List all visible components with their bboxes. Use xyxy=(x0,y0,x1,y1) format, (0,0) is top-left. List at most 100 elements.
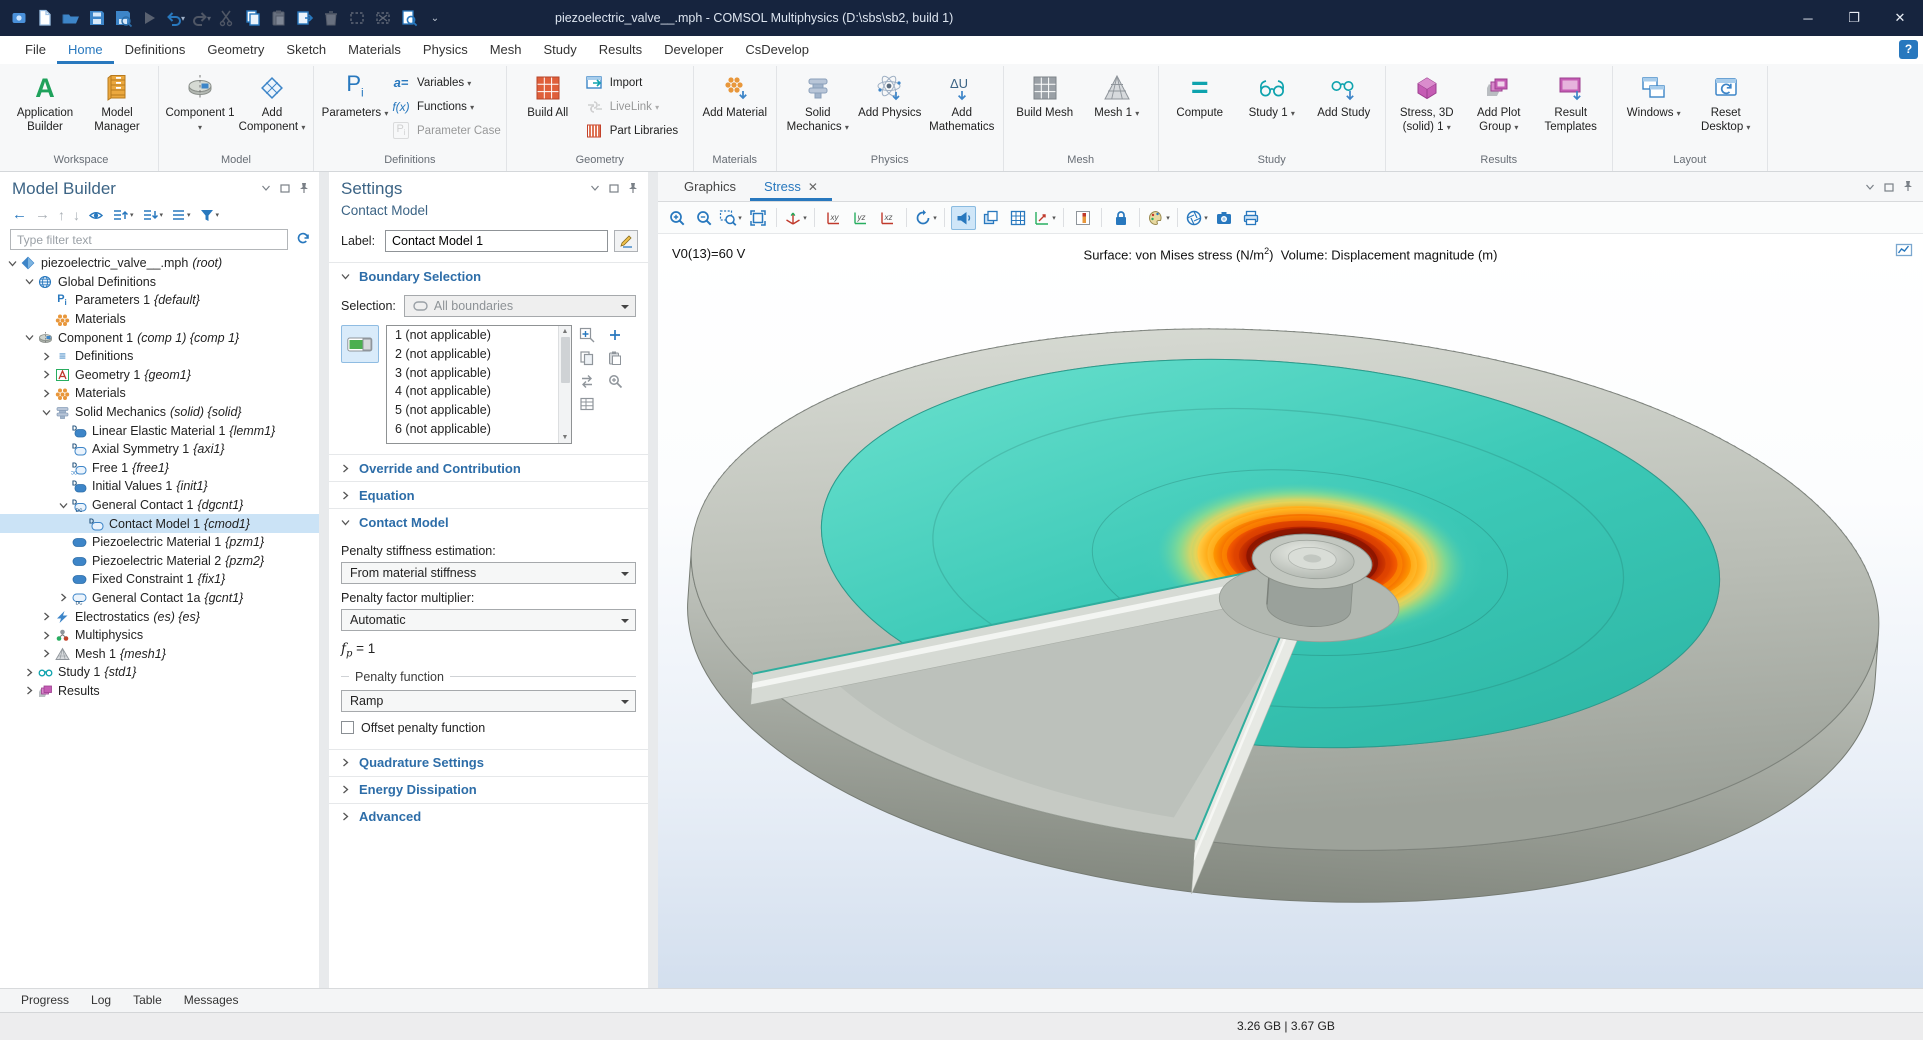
section-boundary-selection[interactable]: Boundary Selection xyxy=(329,262,648,289)
menu-csdevelop[interactable]: CsDevelop xyxy=(734,36,820,64)
panel-pin-icon[interactable] xyxy=(628,182,638,197)
result-thumbnail-icon[interactable] xyxy=(1895,242,1913,261)
tree-item-results[interactable]: Results xyxy=(0,682,319,701)
tree-expander-icon[interactable] xyxy=(40,649,53,658)
tree-expander-icon[interactable] xyxy=(6,259,19,268)
boundary-list-item[interactable]: 6 (not applicable) xyxy=(387,420,558,439)
menu-results[interactable]: Results xyxy=(588,36,653,64)
chev-down-icon[interactable]: ⌄ xyxy=(424,6,446,30)
rotate-icon[interactable]: ▾ xyxy=(913,206,938,230)
zoom-extents-icon[interactable] xyxy=(745,206,770,230)
paste-icon[interactable] xyxy=(268,6,290,30)
tree-expander-icon[interactable] xyxy=(23,686,36,695)
penalty-stiffness-combo[interactable]: From material stiffness xyxy=(341,562,636,584)
nav-forward-icon[interactable]: → xyxy=(35,206,50,223)
zoom-out-icon[interactable] xyxy=(691,206,716,230)
menu-mesh[interactable]: Mesh xyxy=(479,36,533,64)
app-logo-icon[interactable] xyxy=(8,6,30,30)
stress-3d-solid-1-button[interactable]: Stress, 3D (solid) 1 ▾ xyxy=(1391,66,1463,150)
environment-icon[interactable] xyxy=(978,206,1003,230)
tree-item-component-1[interactable]: Component 1(comp 1) {comp 1} xyxy=(0,328,319,347)
menu-developer[interactable]: Developer xyxy=(653,36,734,64)
boundary-list-item[interactable]: 3 (not applicable) xyxy=(387,364,558,383)
section-contact-model[interactable]: Contact Model xyxy=(329,508,648,535)
penalty-factor-combo[interactable]: Automatic xyxy=(341,609,636,631)
boundary-list-item[interactable]: 4 (not applicable) xyxy=(387,382,558,401)
tree-expander-icon[interactable] xyxy=(23,333,36,342)
tree-item-geometry-1[interactable]: Geometry 1{geom1} xyxy=(0,366,319,385)
tab-stress[interactable]: Stress✕ xyxy=(750,172,832,201)
tree-expander-icon[interactable] xyxy=(40,408,53,417)
lock-icon[interactable] xyxy=(1108,206,1133,230)
nav-down-icon[interactable]: ↓ xyxy=(73,207,80,223)
panel-pin-icon[interactable] xyxy=(1903,180,1913,195)
bottom-tab-messages[interactable]: Messages xyxy=(173,989,250,1013)
menu-geometry[interactable]: Geometry xyxy=(196,36,275,64)
import-button[interactable]: Import xyxy=(584,74,688,91)
sel-copy-icon[interactable] xyxy=(579,350,597,367)
tree-item-piezoelectric-material-2[interactable]: Piezoelectric Material 2{pzm2} xyxy=(0,552,319,571)
section-advanced[interactable]: Advanced xyxy=(329,803,648,830)
aperture-icon[interactable]: ▾ xyxy=(1184,206,1209,230)
study-1-button[interactable]: Study 1 ▾ xyxy=(1236,66,1308,150)
nav-back-icon[interactable]: ← xyxy=(12,206,27,223)
tree-item-global-definitions[interactable]: Global Definitions xyxy=(0,273,319,292)
section-override[interactable]: Override and Contribution xyxy=(329,454,648,481)
bottom-tab-log[interactable]: Log xyxy=(80,989,122,1013)
sel-swap-icon[interactable] xyxy=(579,373,597,390)
menu-definitions[interactable]: Definitions xyxy=(114,36,197,64)
menu-physics[interactable]: Physics xyxy=(412,36,479,64)
tree-item-general-contact-1[interactable]: Dᴅᴄ General Contact 1{dgcnt1} xyxy=(0,496,319,515)
menu-file[interactable]: File xyxy=(14,36,57,64)
label-input[interactable] xyxy=(385,230,608,252)
duplicate-icon[interactable] xyxy=(294,6,316,30)
tree-item-definitions[interactable]: ≡ Definitions xyxy=(0,347,319,366)
panel-menu-icon[interactable] xyxy=(261,182,271,196)
tree-filter-input[interactable] xyxy=(10,229,288,250)
add-material-button[interactable]: Add Material xyxy=(699,66,771,150)
color-legend-icon[interactable] xyxy=(1070,206,1095,230)
panel-menu-icon[interactable] xyxy=(1865,181,1875,195)
panel-float-icon[interactable] xyxy=(280,182,290,196)
zoom-box-icon[interactable]: ▾ xyxy=(718,206,743,230)
camera-icon[interactable] xyxy=(1211,206,1236,230)
undo-icon[interactable]: ▾ xyxy=(164,6,186,30)
menu-sketch[interactable]: Sketch xyxy=(275,36,337,64)
mesh-1-button[interactable]: Mesh 1 ▾ xyxy=(1081,66,1153,150)
save-as-icon[interactable] xyxy=(112,6,134,30)
compute-button[interactable]: = Compute xyxy=(1164,66,1236,150)
tree-item-fixed-constraint-1[interactable]: Fixed Constraint 1{fix1} xyxy=(0,570,319,589)
tree-expander-icon[interactable] xyxy=(57,593,70,602)
add-study-button[interactable]: Add Study xyxy=(1308,66,1380,150)
tree-expander-icon[interactable] xyxy=(40,389,53,398)
menu-materials[interactable]: Materials xyxy=(337,36,412,64)
boundary-list[interactable]: 1 (not applicable)2 (not applicable)3 (n… xyxy=(386,325,572,444)
add-physics-button[interactable]: Add Physics xyxy=(854,66,926,150)
windows-button[interactable]: Windows ▾ xyxy=(1618,66,1690,150)
list-down-icon[interactable]: ▾ xyxy=(142,207,164,223)
tree-item-linear-elastic-material-1[interactable]: D Linear Elastic Material 1{lemm1} xyxy=(0,421,319,440)
tree-item-solid-mechanics[interactable]: Solid Mechanics(solid) {solid} xyxy=(0,403,319,422)
rename-button[interactable] xyxy=(614,230,638,252)
panel-pin-icon[interactable] xyxy=(299,182,309,197)
livelink-button[interactable]: LiveLink ▾ xyxy=(584,98,688,115)
tree-item-materials[interactable]: Materials xyxy=(0,310,319,329)
3d-model-view[interactable] xyxy=(658,234,1923,988)
result-templates-button[interactable]: Result Templates xyxy=(1535,66,1607,150)
tree-expander-icon[interactable] xyxy=(23,668,36,677)
tab-graphics[interactable]: Graphics xyxy=(670,172,750,201)
tree-expander-icon[interactable] xyxy=(40,352,53,361)
close-button[interactable]: ✕ xyxy=(1877,0,1923,36)
boundary-list-item[interactable]: 2 (not applicable) xyxy=(387,345,558,364)
graphics-canvas[interactable]: V0(13)=60 V Surface: von Mises stress (N… xyxy=(658,234,1923,988)
cut-icon[interactable] xyxy=(216,6,238,30)
panel-float-icon[interactable] xyxy=(1884,181,1894,195)
tree-expander-icon[interactable] xyxy=(40,612,53,621)
offset-penalty-checkbox[interactable] xyxy=(341,721,354,734)
add-mathematics-button[interactable]: ΔU Add Mathematics xyxy=(926,66,998,150)
minimize-button[interactable]: ─ xyxy=(1785,0,1831,36)
section-quadrature[interactable]: Quadrature Settings xyxy=(329,749,648,776)
new-file-icon[interactable] xyxy=(34,6,56,30)
tree-item-axial-symmetry-1[interactable]: D Axial Symmetry 1{axi1} xyxy=(0,440,319,459)
boundary-list-item[interactable]: 5 (not applicable) xyxy=(387,401,558,420)
